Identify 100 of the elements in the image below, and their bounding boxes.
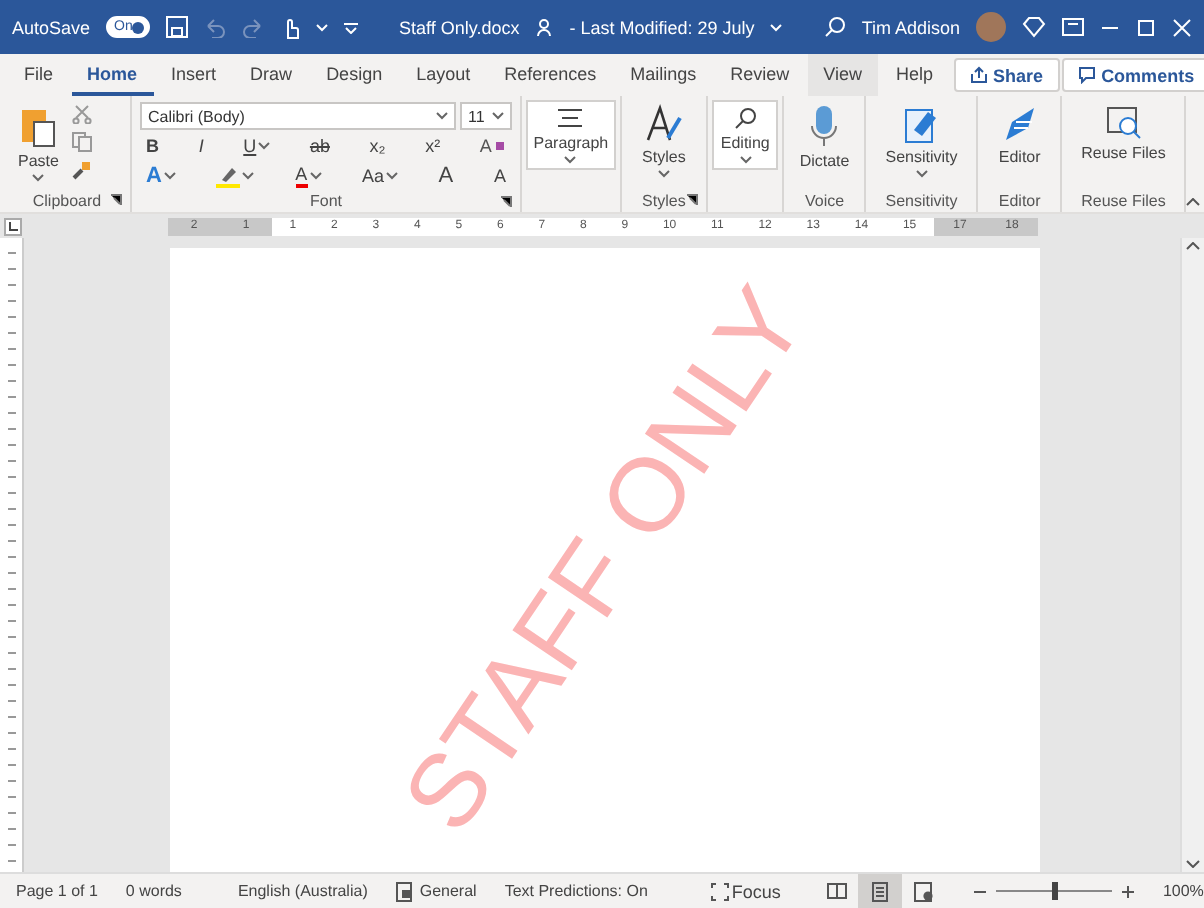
dialog-launcher-icon[interactable]	[110, 194, 122, 206]
align-lines-icon	[556, 106, 585, 130]
caret-icon	[163, 172, 176, 180]
search-icon	[733, 106, 758, 130]
dialog-launcher-icon[interactable]	[500, 196, 512, 208]
web-layout-icon	[914, 881, 935, 901]
caret-icon	[242, 172, 255, 180]
styles-button[interactable]: Styles	[636, 100, 692, 183]
group-label: Voice	[804, 191, 845, 209]
caret-icon	[385, 172, 398, 180]
caret-icon	[316, 23, 329, 31]
undo-icon	[204, 17, 227, 37]
ribbon-tab[interactable]: Mailings	[614, 54, 713, 96]
document-tag-icon	[901, 104, 942, 144]
customize-caret-icon	[344, 21, 359, 33]
person-icon	[535, 18, 554, 36]
grow-font-button[interactable]: A	[432, 162, 460, 190]
caret-icon	[32, 174, 45, 183]
clear-formatting-button[interactable]: A	[473, 134, 512, 158]
collapse-ribbon-icon[interactable]	[1185, 198, 1200, 206]
font-size-field[interactable]: 11	[460, 102, 512, 130]
caret-icon	[564, 156, 577, 165]
subscript-button[interactable]: x₂	[363, 134, 392, 158]
ribbon-tab[interactable]: References	[488, 54, 613, 96]
sensitivity-label: General	[419, 882, 477, 900]
group-label: Font	[309, 192, 342, 210]
autosave-label: AutoSave	[12, 17, 91, 37]
dialog-launcher-icon[interactable]	[685, 194, 698, 206]
redo-icon	[242, 17, 265, 37]
eraser-icon	[493, 140, 506, 152]
caret-icon	[492, 112, 504, 120]
maximize-icon	[1136, 17, 1157, 37]
paragraph-button[interactable]: Paragraph	[525, 100, 617, 171]
ribbon-tab[interactable]: Help	[880, 54, 950, 96]
magnifier-document-icon	[1103, 104, 1144, 140]
font-color-button[interactable]: A	[289, 163, 328, 189]
caret-icon	[739, 156, 752, 165]
save-icon	[166, 16, 189, 38]
language-text: English (Australia)	[237, 882, 368, 900]
superscript-button[interactable]: x²	[419, 134, 447, 158]
sensitivity-button[interactable]: Sensitivity	[879, 100, 964, 183]
caret-icon	[915, 170, 928, 179]
word-count: 0 words	[125, 882, 182, 900]
last-modified-text: - Last Modified: 29 July	[569, 17, 755, 37]
caret-icon	[770, 23, 783, 31]
change-case-button[interactable]: Aa	[355, 164, 404, 188]
copy-icon	[72, 132, 93, 152]
editor-button[interactable]: Editor	[992, 100, 1047, 171]
paste-button[interactable]: Paste	[12, 100, 65, 188]
ribbon-tab[interactable]: Design	[310, 54, 399, 96]
clipboard-icon	[20, 104, 57, 148]
ribbon-display-icon	[1062, 18, 1085, 36]
ribbon-tab[interactable]: File	[8, 54, 70, 96]
text-effects-button[interactable]: A	[140, 162, 182, 190]
zoom-level-text: 100%	[1162, 882, 1204, 900]
paintbrush-icon	[72, 160, 93, 180]
close-icon	[1172, 17, 1193, 37]
italic-button[interactable]: I	[192, 134, 210, 158]
caret-icon	[657, 170, 670, 179]
search-icon	[823, 16, 846, 38]
underline-button[interactable]: U	[237, 134, 277, 158]
focus-icon	[709, 881, 730, 901]
page-count: Page 1 of 1	[16, 882, 98, 900]
ribbon-tab[interactable]: Insert	[155, 54, 233, 96]
scroll-down-icon[interactable]	[1186, 860, 1200, 868]
print-view-button[interactable]	[858, 874, 903, 908]
print-layout-icon	[872, 881, 889, 901]
group-label: Clipboard	[32, 191, 102, 209]
ribbon-tab[interactable]: View	[807, 54, 879, 96]
group-label: Styles	[642, 191, 686, 209]
scroll-up-icon[interactable]	[1186, 242, 1200, 250]
document-lock-icon	[395, 881, 414, 901]
diamond-icon	[1022, 16, 1047, 38]
ribbon-tab[interactable]: Review	[714, 54, 806, 96]
user-name: Tim Addison	[861, 17, 961, 37]
group-label: Reuse Files	[1081, 191, 1166, 209]
comments-button[interactable]: Comments	[1061, 58, 1204, 92]
dictate-button[interactable]: Dictate	[793, 100, 856, 175]
microphone-icon	[810, 104, 839, 148]
caret-icon	[309, 172, 322, 180]
ribbon-tab[interactable]: Home	[71, 54, 154, 96]
bold-button[interactable]: B	[140, 134, 165, 158]
ribbon-tab[interactable]: Layout	[400, 54, 487, 96]
scissors-icon	[72, 104, 93, 124]
strikethrough-button[interactable]: ab	[303, 134, 336, 158]
zoom-in-icon	[1122, 885, 1135, 897]
tab-selector-icon[interactable]	[4, 217, 22, 235]
caret-icon	[436, 112, 448, 120]
ribbon-tab[interactable]: Draw	[234, 54, 309, 96]
font-name-field[interactable]: Calibri (Body)	[140, 102, 456, 130]
share-button[interactable]: Share	[953, 58, 1060, 92]
editing-button[interactable]: Editing	[712, 100, 778, 171]
group-label: Sensitivity	[885, 191, 958, 209]
reuse-button[interactable]: Reuse Files	[1075, 100, 1172, 167]
comment-icon	[1077, 66, 1096, 84]
shrink-font-button[interactable]: A	[487, 164, 512, 188]
focus-button[interactable]: Focus	[703, 879, 787, 903]
share-icon	[969, 66, 988, 84]
caret-icon	[258, 142, 271, 150]
zoom-out-icon	[974, 885, 987, 897]
